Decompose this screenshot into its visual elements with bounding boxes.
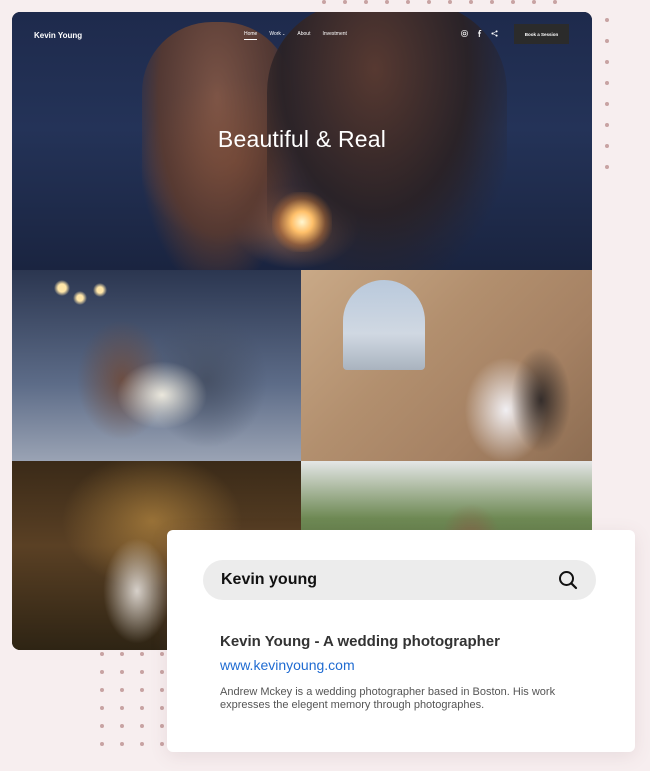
decorative-dot <box>532 0 536 4</box>
decorative-dot <box>160 688 164 692</box>
nav-work-label: Work <box>269 31 281 37</box>
decorative-dot <box>160 670 164 674</box>
decorative-dot <box>120 706 124 710</box>
decorative-dot <box>385 0 389 4</box>
decorative-dot <box>120 688 124 692</box>
share-icon[interactable] <box>491 30 498 40</box>
decorative-dot <box>553 0 557 4</box>
decorative-dot <box>605 60 609 64</box>
search-result-card: Kevin young Kevin Young - A wedding phot… <box>167 530 635 752</box>
decorative-dot <box>364 0 368 4</box>
decorative-dot <box>140 688 144 692</box>
decorative-dot <box>343 0 347 4</box>
decorative-dot <box>140 706 144 710</box>
decorative-dot <box>427 0 431 4</box>
search-icon[interactable] <box>558 570 578 590</box>
decorative-dot <box>160 742 164 746</box>
decorative-dot <box>160 724 164 728</box>
site-nav: Home Work ⌄ About Investment <box>244 31 347 40</box>
decorative-dot <box>140 652 144 656</box>
search-bar[interactable]: Kevin young <box>203 560 596 600</box>
book-session-button[interactable]: Book a Session <box>514 24 569 44</box>
decorative-dot <box>605 39 609 43</box>
decorative-dot <box>469 0 473 4</box>
result-description: Andrew Mckey is a wedding photographer b… <box>220 686 556 711</box>
decorative-dot <box>322 0 326 4</box>
decorative-dot <box>120 724 124 728</box>
decorative-dot <box>140 724 144 728</box>
decorative-dot <box>100 742 104 746</box>
decorative-dot <box>490 0 494 4</box>
chevron-down-icon: ⌄ <box>280 31 286 36</box>
decorative-dot <box>120 670 124 674</box>
result-title[interactable]: Kevin Young - A wedding photographer <box>220 633 500 650</box>
nav-about[interactable]: About <box>297 31 310 40</box>
hero-title: Beautiful & Real <box>217 126 387 152</box>
sparkler-glow <box>272 192 332 252</box>
facebook-icon[interactable] <box>476 30 483 40</box>
nav-investment[interactable]: Investment <box>322 31 346 40</box>
hero-section: Kevin Young Home Work ⌄ About Investment… <box>12 12 592 270</box>
decorative-dot <box>605 102 609 106</box>
decorative-dot <box>605 165 609 169</box>
decorative-dot <box>160 652 164 656</box>
decorative-dot-grid-top <box>322 0 557 4</box>
decorative-dot <box>605 144 609 148</box>
decorative-dot <box>511 0 515 4</box>
gallery-photo-kiss[interactable] <box>12 270 301 461</box>
decorative-dot <box>140 670 144 674</box>
search-input[interactable]: Kevin young <box>221 571 317 589</box>
site-brand[interactable]: Kevin Young <box>34 31 82 40</box>
string-lights <box>52 280 112 310</box>
decorative-dot <box>100 652 104 656</box>
decorative-dot <box>100 706 104 710</box>
decorative-dot <box>100 670 104 674</box>
decorative-dot <box>448 0 452 4</box>
gallery-photo-stone-wall[interactable] <box>301 270 592 461</box>
decorative-dot <box>160 706 164 710</box>
decorative-dot <box>120 742 124 746</box>
decorative-dot <box>120 652 124 656</box>
decorative-dot-grid-bottom <box>100 652 164 746</box>
decorative-dot-column-right <box>605 18 609 169</box>
social-links <box>461 30 498 40</box>
nav-work[interactable]: Work ⌄ <box>269 31 285 40</box>
decorative-dot <box>406 0 410 4</box>
decorative-dot <box>605 18 609 22</box>
instagram-icon[interactable] <box>461 30 468 40</box>
decorative-dot <box>100 688 104 692</box>
decorative-dot <box>605 81 609 85</box>
result-url-link[interactable]: www.kevinyoung.com <box>220 657 355 673</box>
decorative-dot <box>100 724 104 728</box>
decorative-dot <box>605 123 609 127</box>
decorative-dot <box>140 742 144 746</box>
nav-home[interactable]: Home <box>244 31 258 40</box>
stone-window <box>343 280 425 370</box>
